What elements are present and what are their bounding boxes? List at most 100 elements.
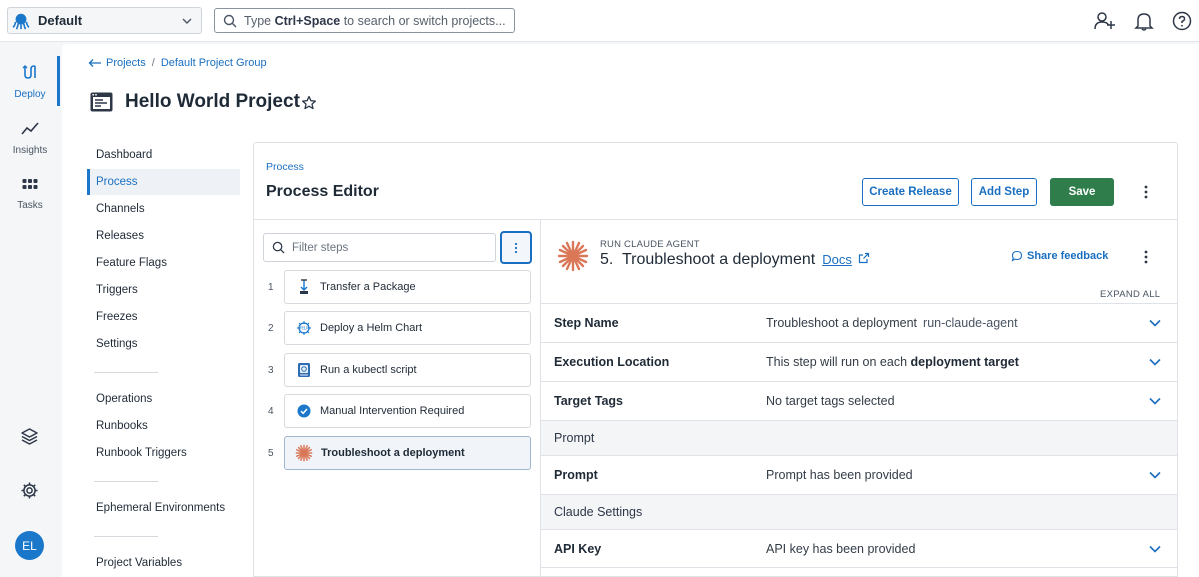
rail-item-deploy[interactable]: Deploy <box>0 63 60 100</box>
filter-menu-button[interactable] <box>500 231 532 264</box>
breadcrumb-group-link[interactable]: Default Project Group <box>161 57 267 69</box>
row-label: Execution Location <box>554 355 670 369</box>
breadcrumb: Projects / Default Project Group <box>88 57 273 69</box>
row-api-key[interactable]: API Key API key has been provided <box>541 529 1177 568</box>
share-feedback-link[interactable]: Share feedback <box>1011 250 1108 262</box>
nav-divider <box>94 536 158 537</box>
external-link-icon[interactable] <box>858 252 870 264</box>
layers-icon[interactable] <box>20 427 39 446</box>
card-divider <box>254 219 1177 220</box>
nav-divider <box>94 372 158 373</box>
tasks-icon <box>22 179 38 189</box>
chat-bubble-icon <box>1011 250 1023 262</box>
octopus-logo-icon <box>12 13 30 29</box>
row-prompt[interactable]: Prompt Prompt has been provided <box>541 455 1177 494</box>
rail-item-tasks[interactable]: Tasks <box>0 176 60 211</box>
gear-icon[interactable] <box>20 481 39 500</box>
arrow-left-icon[interactable] <box>88 58 102 68</box>
search-icon <box>223 14 237 27</box>
nav-item-settings[interactable]: Settings <box>96 338 138 350</box>
row-value: This step will run on each deployment ta… <box>766 355 1019 369</box>
insights-icon <box>21 122 39 135</box>
chevron-down-icon <box>1149 358 1161 366</box>
step-item[interactable]: Manual Intervention Required <box>284 394 531 428</box>
section-label: Claude Settings <box>554 505 643 519</box>
row-step-name[interactable]: Step Name Troubleshoot a deployment run-c… <box>541 303 1177 342</box>
nav-item-freezes[interactable]: Freezes <box>96 311 138 323</box>
section-header-prompt: Prompt <box>541 420 1177 455</box>
kubectl-icon <box>298 363 310 377</box>
breadcrumb-projects-link[interactable]: Projects <box>106 57 146 69</box>
more-vertical-icon[interactable] <box>1138 184 1154 200</box>
row-execution-location[interactable]: Execution Location This step will run on… <box>541 342 1177 381</box>
filter-placeholder: Filter steps <box>292 241 349 254</box>
nav-item-releases[interactable]: Releases <box>96 230 144 242</box>
row-label: API Key <box>554 541 602 556</box>
nav-item-runbook-triggers[interactable]: Runbook Triggers <box>96 447 187 459</box>
chevron-down-icon <box>1149 545 1161 553</box>
add-user-icon[interactable] <box>1093 10 1115 32</box>
docs-link[interactable]: Docs <box>822 252 852 267</box>
space-selector[interactable]: Default <box>7 7 202 34</box>
nav-item-dashboard[interactable]: Dashboard <box>96 149 152 161</box>
step-label: Run a kubectl script <box>320 364 417 376</box>
row-target-tags[interactable]: Target Tags No target tags selected <box>541 381 1177 420</box>
breadcrumb-separator: / <box>151 57 155 69</box>
nav-item-process[interactable]: Process <box>96 176 138 188</box>
step-number: 2 <box>268 323 274 334</box>
chevron-down-icon <box>182 18 192 24</box>
step-item[interactable]: Run a kubectl script <box>284 353 531 387</box>
step-label: Troubleshoot a deployment <box>321 447 465 459</box>
step-heading: 5. Troubleshoot a deployment Docs <box>600 251 870 269</box>
step-item-selected[interactable]: Troubleshoot a deployment <box>284 436 531 470</box>
search-input[interactable]: Type Ctrl+Space to search or switch proj… <box>214 8 515 33</box>
avatar[interactable]: EL <box>15 531 44 560</box>
rail-item-insights[interactable]: Insights <box>0 119 60 156</box>
nav-item-channels[interactable]: Channels <box>96 203 145 215</box>
nav-item-operations[interactable]: Operations <box>96 393 152 405</box>
svg-text:HELM: HELM <box>298 326 310 331</box>
nav-item-feature-flags[interactable]: Feature Flags <box>96 257 167 269</box>
nav-item-triggers[interactable]: Triggers <box>96 284 138 296</box>
more-vertical-icon[interactable] <box>1138 249 1154 265</box>
star-icon[interactable] <box>301 95 317 111</box>
editor-title: Process Editor <box>266 183 379 200</box>
add-step-button[interactable]: Add Step <box>971 178 1037 206</box>
step-number: 4 <box>268 406 274 417</box>
row-value: Troubleshoot a deployment run-claude-agen… <box>766 316 1018 330</box>
help-icon[interactable] <box>1171 10 1193 32</box>
package-icon <box>300 279 308 294</box>
filter-steps-input[interactable]: Filter steps <box>263 233 496 262</box>
row-label: Target Tags <box>554 394 623 408</box>
deploy-icon <box>22 65 36 79</box>
step-number: 5 <box>268 448 274 459</box>
section-header-claude-settings: Claude Settings <box>541 494 1177 529</box>
helm-icon: HELM <box>297 321 311 335</box>
chevron-down-icon <box>1149 319 1161 327</box>
step-item[interactable]: Transfer a Package <box>284 270 531 304</box>
save-button[interactable]: Save <box>1050 178 1114 206</box>
row-value: No target tags selected <box>766 394 895 408</box>
project-logo-icon <box>90 92 113 112</box>
step-item[interactable]: HELM Deploy a Helm Chart <box>284 311 531 345</box>
rail-label: Deploy <box>14 89 46 100</box>
expand-all-button[interactable]: EXPAND ALL <box>1100 289 1160 300</box>
section-label: Prompt <box>554 431 595 445</box>
page-title: Hello World Project <box>125 91 300 112</box>
step-type-label: RUN CLAUDE AGENT <box>600 239 700 250</box>
nav-item-project-variables[interactable]: Project Variables <box>96 557 182 569</box>
more-vertical-icon <box>514 242 518 253</box>
nav-item-ephemeral-environments[interactable]: Ephemeral Environments <box>96 502 225 514</box>
step-label: Deploy a Helm Chart <box>320 322 423 334</box>
search-icon <box>272 241 285 254</box>
share-feedback-label: Share feedback <box>1027 250 1109 262</box>
editor-breadcrumb[interactable]: Process <box>266 161 304 173</box>
chevron-down-icon <box>1149 397 1161 405</box>
bell-icon[interactable] <box>1133 10 1155 32</box>
claude-icon <box>295 444 313 462</box>
row-value: Prompt has been provided <box>766 468 913 482</box>
create-release-button[interactable]: Create Release <box>862 178 959 206</box>
row-label: Prompt <box>554 468 598 482</box>
nav-item-runbooks[interactable]: Runbooks <box>96 420 148 432</box>
step-number: 1 <box>268 282 274 293</box>
